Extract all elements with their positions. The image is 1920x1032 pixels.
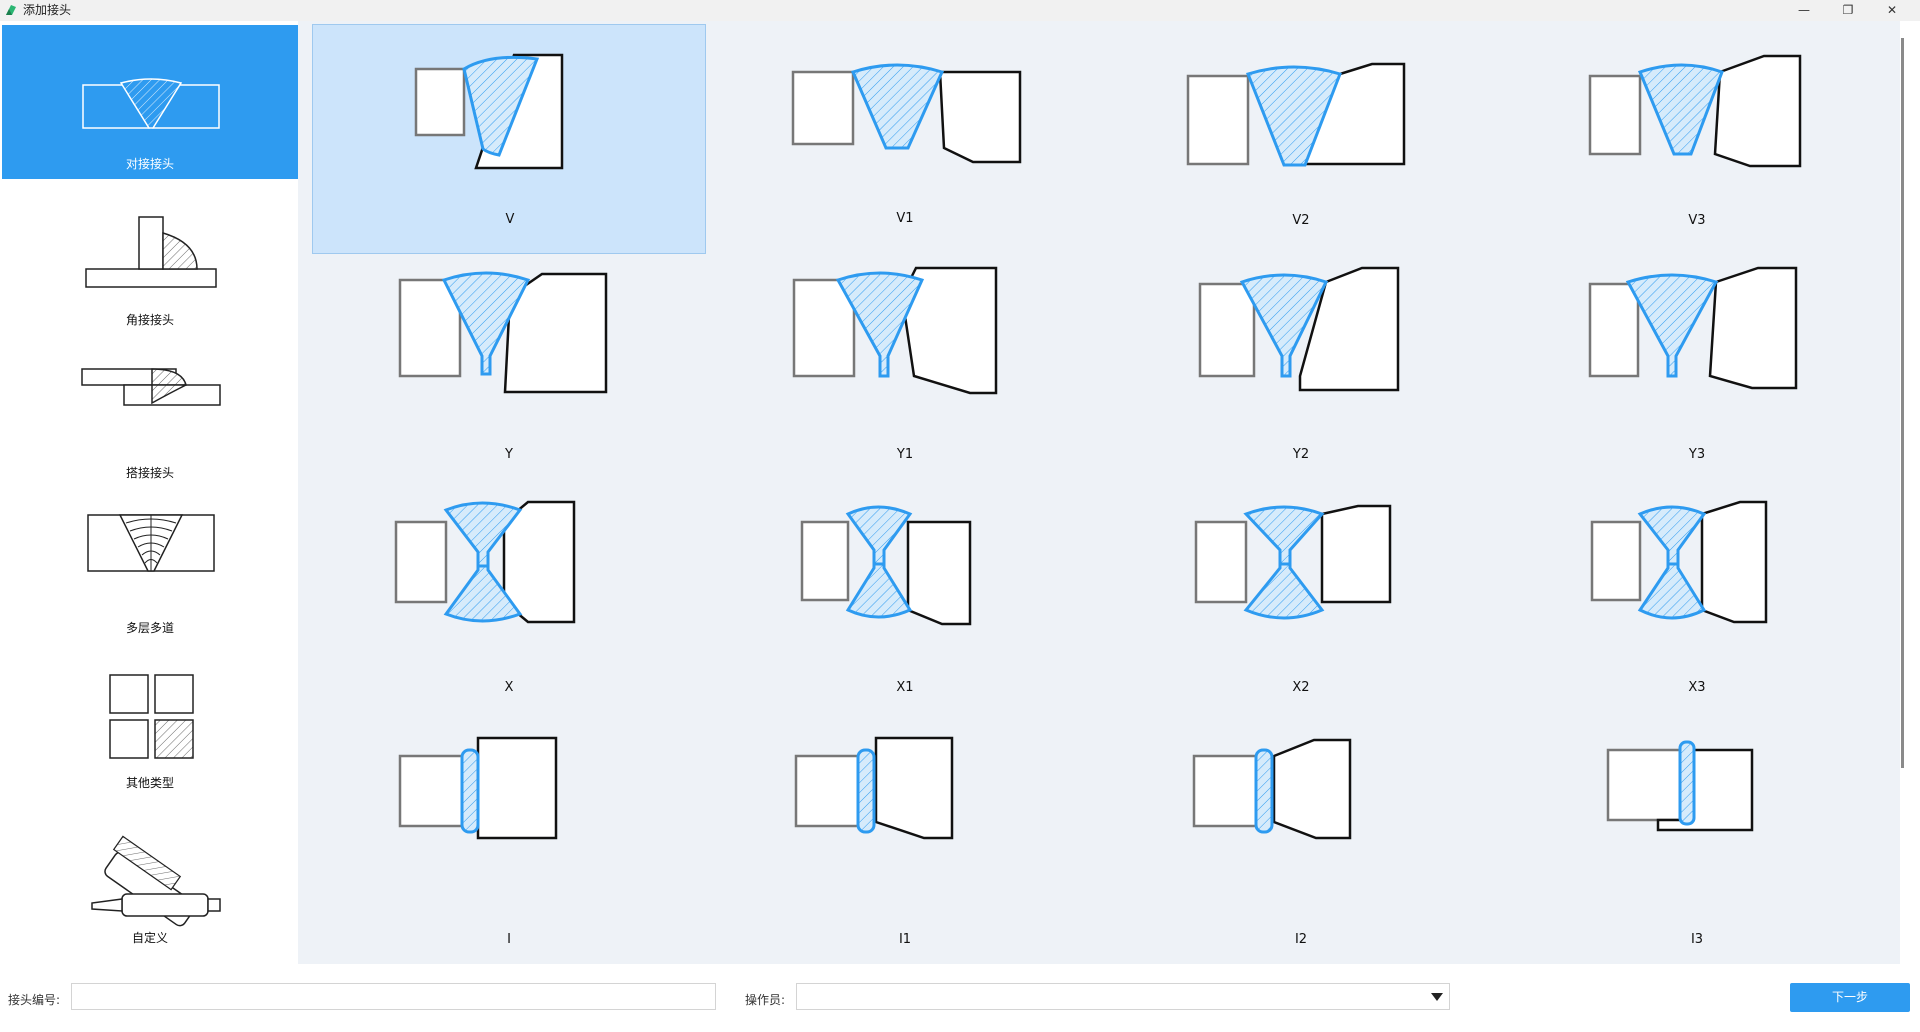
v2-groove-icon (1186, 62, 1406, 167)
joint-tile-x3[interactable]: X3 (1500, 492, 1894, 722)
joint-tile-v3[interactable]: V3 (1500, 24, 1894, 254)
joint-tile-y1[interactable]: Y1 (708, 258, 1102, 488)
sidebar-item-corner-joint[interactable]: 角接接头 (2, 181, 298, 335)
title-bar: 添加接头 — ❐ ✕ (0, 0, 1920, 21)
joint-tile-label: X (504, 680, 514, 695)
joint-tile-label: Y (505, 447, 513, 462)
dropdown-arrow-icon[interactable] (1431, 993, 1443, 1001)
joint-tile-label: V2 (1292, 213, 1310, 228)
v-groove-icon (414, 53, 564, 170)
i1-groove-icon (794, 736, 954, 840)
joint-tile-i3[interactable]: I3 (1500, 726, 1894, 956)
minimize-icon: — (1798, 3, 1810, 17)
operator-label: 操作员: (745, 993, 786, 1007)
joint-tile-y[interactable]: Y (312, 258, 706, 488)
sidebar-item-multi-pass[interactable]: 多层多道 (2, 493, 298, 647)
joint-tile-label: V3 (1688, 213, 1706, 228)
i2-groove-icon (1192, 738, 1352, 840)
joint-tile-label: I3 (1690, 932, 1704, 947)
sidebar-item-label: 对接接头 (125, 157, 174, 171)
joint-tile-x2[interactable]: X2 (1104, 492, 1498, 722)
sidebar-item-label: 多层多道 (125, 621, 174, 635)
joint-id-label: 接头编号: (8, 993, 61, 1007)
y3-groove-icon (1588, 266, 1798, 390)
sidebar-item-label: 其他类型 (125, 776, 174, 790)
joint-tile-label: Y1 (896, 447, 914, 462)
joint-tile-y3[interactable]: Y3 (1500, 258, 1894, 488)
joint-tile-label: Y3 (1688, 447, 1706, 462)
joint-tile-label: V (505, 212, 515, 227)
joint-tile-i[interactable]: I (312, 726, 706, 956)
joint-tile-label: Y2 (1292, 447, 1310, 462)
next-step-button[interactable]: 下一步 (1790, 983, 1910, 1012)
grid-scroll-thumb[interactable] (1901, 38, 1904, 768)
operator-select[interactable] (796, 983, 1450, 1010)
sidebar-item-butt-joint[interactable]: 对接接头 (2, 25, 298, 179)
minimize-button[interactable]: — (1782, 0, 1826, 21)
sidebar-item-custom[interactable]: 自定义 (2, 805, 298, 959)
sidebar-item-label: 角接接头 (125, 313, 174, 327)
joint-tile-x1[interactable]: X1 (708, 492, 1102, 722)
joint-tile-x[interactable]: X (312, 492, 706, 722)
v3-groove-icon (1588, 54, 1802, 168)
close-icon: ✕ (1886, 3, 1898, 17)
joint-tile-label: X3 (1688, 680, 1706, 695)
y1-groove-icon (792, 266, 998, 395)
joint-type-grid: V V1 V2 V3 Y Y1 Y2 Y3 X X1 X2 X3 I I1 I2… (298, 21, 1900, 964)
joint-tile-v1[interactable]: V1 (708, 24, 1102, 254)
restore-button[interactable]: ❐ (1826, 0, 1870, 21)
v1-groove-icon (791, 63, 1022, 164)
sidebar-item-lap-joint[interactable]: 搭接接头 (2, 337, 298, 491)
app-logo-icon (6, 5, 16, 15)
window-title: 添加接头 (23, 3, 72, 17)
i3-groove-icon (1606, 740, 1754, 832)
x1-groove-icon (800, 505, 972, 626)
joint-tile-label: I (507, 932, 511, 947)
joint-tile-i1[interactable]: I1 (708, 726, 1102, 956)
joint-tile-label: I2 (1294, 932, 1308, 947)
y2-groove-icon (1198, 266, 1400, 392)
joint-tile-label: V1 (896, 211, 914, 226)
joint-category-sidebar: 对接接头 角接接头 搭接接头 多层多道 其他类型 自定义 (0, 21, 298, 961)
joint-tile-y2[interactable]: Y2 (1104, 258, 1498, 488)
sidebar-item-label: 搭接接头 (125, 466, 174, 480)
joint-tile-i2[interactable]: I2 (1104, 726, 1498, 956)
joint-tile-label: X2 (1292, 680, 1310, 695)
restore-icon: ❐ (1842, 3, 1854, 17)
x-groove-icon (394, 500, 576, 624)
x2-groove-icon (1194, 504, 1392, 620)
x3-groove-icon (1590, 500, 1768, 624)
joint-tile-v2[interactable]: V2 (1104, 24, 1498, 254)
joint-id-input[interactable] (71, 983, 716, 1010)
sidebar-item-label: 自定义 (131, 931, 168, 945)
joint-tile-label: I1 (898, 932, 912, 947)
y-groove-icon (398, 271, 608, 394)
i-groove-icon (398, 736, 558, 840)
joint-tile-label: X1 (896, 680, 914, 695)
sidebar-item-other-types[interactable]: 其他类型 (2, 649, 298, 803)
close-button[interactable]: ✕ (1870, 0, 1914, 21)
joint-tile-v[interactable]: V (312, 24, 706, 254)
